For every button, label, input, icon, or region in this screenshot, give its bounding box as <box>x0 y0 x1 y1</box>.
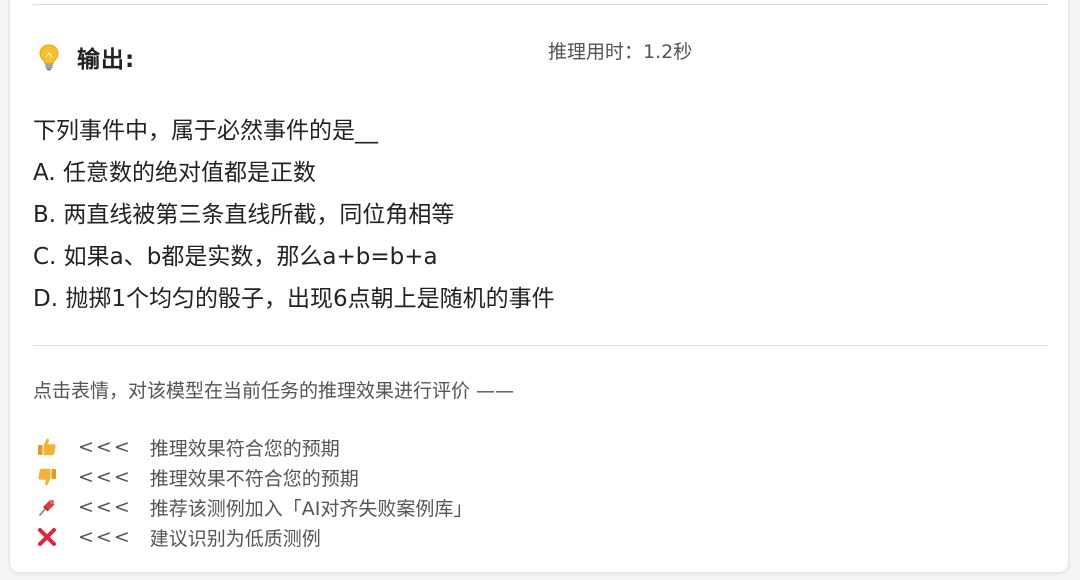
inference-time: 推理用时：1.2秒 <box>548 41 693 63</box>
option-b: B. 两直线被第三条直线所截，同位角相等 <box>33 202 455 228</box>
thumbs-down-icon[interactable] <box>34 464 60 490</box>
question-stem: 下列事件中，属于必然事件的是__ <box>33 118 378 144</box>
eval-item-thumbs-down[interactable]: <<< 推理效果不符合您的预期 <box>34 462 734 492</box>
eval-arrows: <<< <box>78 436 132 458</box>
output-title: 输出: <box>77 47 136 73</box>
output-header: 输出: <box>37 41 135 73</box>
lightbulb-icon <box>37 43 61 71</box>
pushpin-icon[interactable] <box>34 494 60 520</box>
eval-label: 推理效果不符合您的预期 <box>149 467 359 490</box>
top-divider <box>33 4 1048 5</box>
middle-divider <box>33 345 1048 346</box>
eval-label: 推荐该测例加入「AI对齐失败案例库」 <box>149 497 473 520</box>
evaluation-prompt: 点击表情，对该模型在当前任务的推理效果进行评价 —— <box>33 380 515 402</box>
eval-arrows: <<< <box>78 496 132 518</box>
question-block: 下列事件中，属于必然事件的是__ A. 任意数的绝对值都是正数 B. 两直线被第… <box>33 110 1033 320</box>
eval-item-thumbs-up[interactable]: <<< 推理效果符合您的预期 <box>34 432 734 462</box>
eval-item-cross[interactable]: <<< 建议识别为低质测例 <box>34 522 734 552</box>
cross-mark-icon[interactable] <box>34 524 60 550</box>
eval-label: 推理效果符合您的预期 <box>149 437 340 460</box>
thumbs-up-icon[interactable] <box>34 434 60 460</box>
eval-label: 建议识别为低质测例 <box>149 527 321 550</box>
eval-arrows: <<< <box>78 466 132 488</box>
output-card: 输出: 推理用时：1.2秒 下列事件中，属于必然事件的是__ A. 任意数的绝对… <box>9 0 1069 573</box>
option-d: D. 抛掷1个均匀的骰子，出现6点朝上是随机的事件 <box>33 286 555 312</box>
evaluation-list: <<< 推理效果符合您的预期 <<< 推理效果不符合您的预期 <<< 推荐该测例… <box>34 432 734 552</box>
option-a: A. 任意数的绝对值都是正数 <box>33 160 316 186</box>
eval-item-pushpin[interactable]: <<< 推荐该测例加入「AI对齐失败案例库」 <box>34 492 734 522</box>
option-c: C. 如果a、b都是实数，那么a+b=b+a <box>33 244 438 270</box>
eval-arrows: <<< <box>78 526 132 548</box>
